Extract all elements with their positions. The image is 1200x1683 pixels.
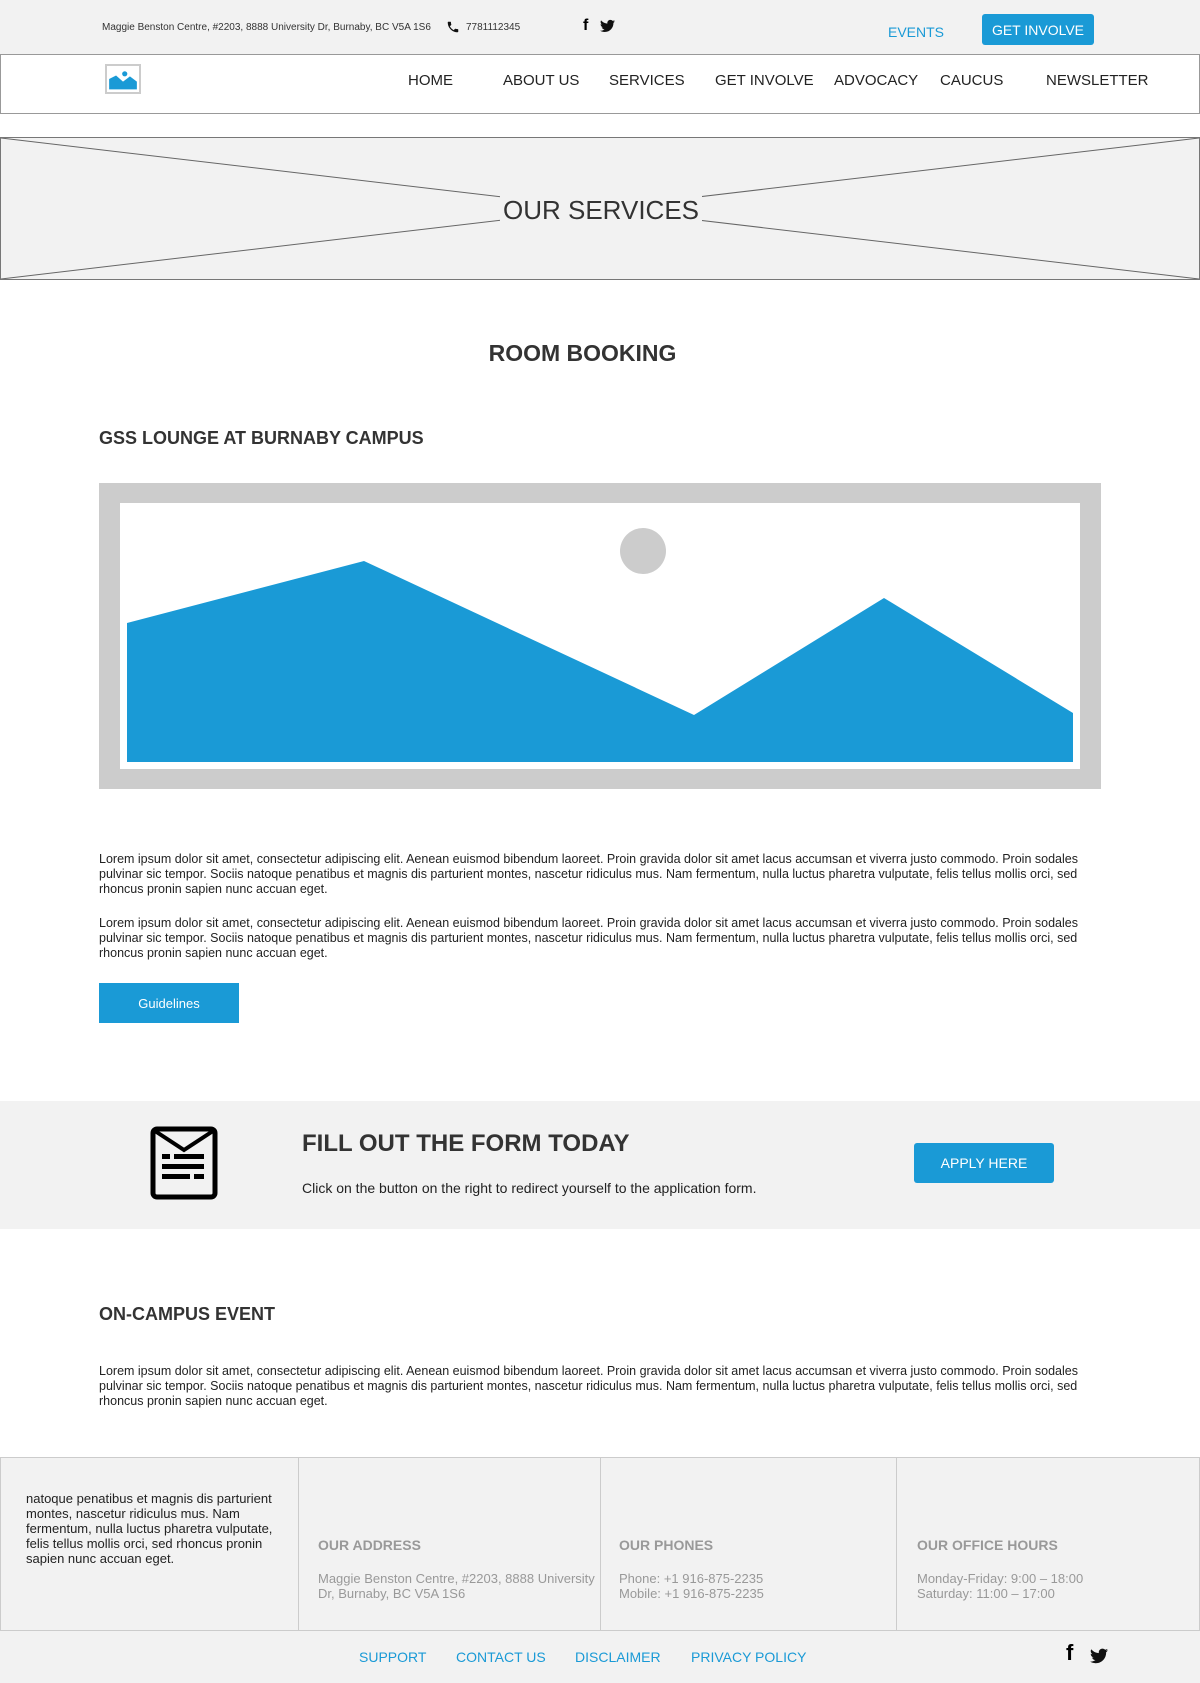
events-link[interactable]: EVENTS xyxy=(888,24,944,40)
top-phone-number: 7781112345 xyxy=(466,22,521,33)
cta-text: Click on the button on the right to redi… xyxy=(302,1180,757,1196)
footer-link-support[interactable]: SUPPORT xyxy=(359,1649,426,1665)
footer-address-line-1: Maggie Benston Centre, #2203, 8888 Unive… xyxy=(318,1571,595,1586)
footer-phones-heading: OUR PHONES xyxy=(619,1537,714,1553)
top-address: Maggie Benston Centre, #2203, 8888 Unive… xyxy=(102,22,431,33)
nav-newsletter[interactable]: NEWSLETTER xyxy=(1046,72,1149,89)
form-icon xyxy=(150,1126,218,1200)
subsection-title: GSS LOUNGE AT BURNABY CAMPUS xyxy=(99,428,424,448)
apply-here-button[interactable]: APPLY HERE xyxy=(914,1143,1054,1183)
footer-about-column: natoque penatibus et magnis dis parturie… xyxy=(1,1458,299,1630)
room-booking-paragraph-1: Lorem ipsum dolor sit amet, consectetur … xyxy=(99,852,1078,896)
facebook-icon[interactable]: f xyxy=(1066,1640,1073,1666)
nav-about-us[interactable]: ABOUT US xyxy=(503,72,579,89)
hero-banner: OUR SERVICES xyxy=(0,137,1200,280)
nav-home[interactable]: HOME xyxy=(408,72,453,89)
footer-address-heading: OUR ADDRESS xyxy=(318,1537,421,1553)
oncampus-title: ON-CAMPUS EVENT xyxy=(99,1304,276,1324)
image-placeholder-inner xyxy=(120,503,1080,769)
cta-title: FILL OUT THE FORM TODAY xyxy=(302,1130,630,1157)
phone-icon xyxy=(447,21,459,33)
footer-hours-column: OUR OFFICE HOURS Monday-Friday: 9:00 – 1… xyxy=(897,1458,1199,1630)
footer-hours-heading: OUR OFFICE HOURS xyxy=(917,1537,1058,1553)
footer-phone: Phone: +1 916-875-2235 xyxy=(619,1571,764,1586)
footer-link-privacy-policy[interactable]: PRIVACY POLICY xyxy=(691,1649,806,1665)
main-nav xyxy=(0,54,1200,114)
facebook-icon[interactable]: f xyxy=(583,17,588,35)
nav-advocacy[interactable]: ADVOCACY xyxy=(834,72,918,89)
footer-link-disclaimer[interactable]: DISCLAIMER xyxy=(575,1649,661,1665)
section-title: ROOM BOOKING xyxy=(488,340,677,366)
oncampus-paragraph: Lorem ipsum dolor sit amet, consectetur … xyxy=(99,1364,1078,1408)
nav-caucus[interactable]: CAUCUS xyxy=(940,72,1003,89)
landscape-image-icon xyxy=(127,528,1073,762)
footer-hours-saturday: Saturday: 11:00 – 17:00 xyxy=(917,1586,1055,1601)
hero-title: OUR SERVICES xyxy=(1,195,1200,226)
get-involve-button[interactable]: GET INVOLVE xyxy=(982,14,1094,45)
hero-title-text: OUR SERVICES xyxy=(499,195,702,225)
footer-address-column: OUR ADDRESS Maggie Benston Centre, #2203… xyxy=(299,1458,601,1630)
twitter-icon[interactable] xyxy=(600,19,615,33)
footer-about-text: natoque penatibus et magnis dis parturie… xyxy=(26,1491,273,1566)
nav-services[interactable]: SERVICES xyxy=(609,72,685,89)
nav-get-involve[interactable]: GET INVOLVE xyxy=(715,72,814,89)
footer-address-line-2: Dr, Burnaby, BC V5A 1S6 xyxy=(318,1586,466,1601)
footer-link-contact-us[interactable]: CONTACT US xyxy=(456,1649,546,1665)
footer-phones-column: OUR PHONES Phone: +1 916-875-2235 Mobile… xyxy=(601,1458,897,1630)
footer-hours-weekday: Monday-Friday: 9:00 – 18:00 xyxy=(917,1571,1084,1586)
footer-mobile: Mobile: +1 916-875-2235 xyxy=(619,1586,764,1601)
guidelines-button[interactable]: Guidelines xyxy=(99,983,239,1023)
room-booking-paragraph-2: Lorem ipsum dolor sit amet, consectetur … xyxy=(99,916,1078,960)
twitter-icon[interactable] xyxy=(1090,1648,1108,1664)
image-placeholder xyxy=(99,483,1101,789)
image-placeholder-icon[interactable] xyxy=(105,64,141,94)
footer-columns: natoque penatibus et magnis dis parturie… xyxy=(0,1457,1200,1631)
